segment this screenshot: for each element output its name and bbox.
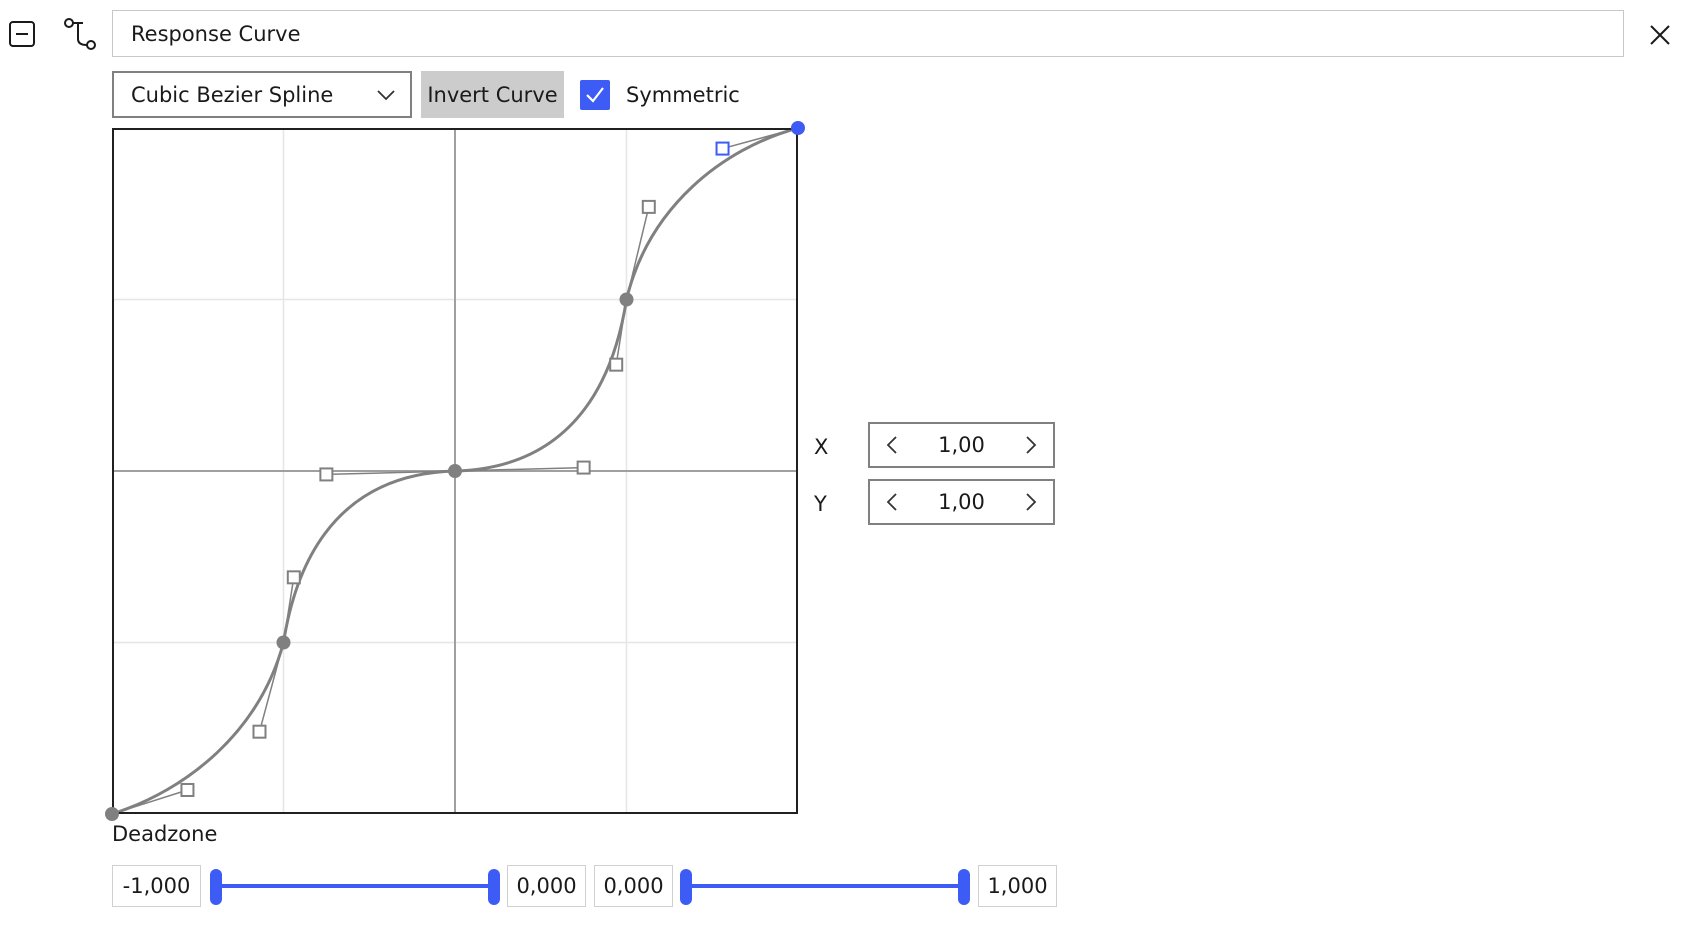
- y-coordinate-label: Y: [814, 492, 827, 516]
- control-handle-selected[interactable]: [715, 141, 730, 156]
- deadzone-high-slider[interactable]: [680, 865, 970, 907]
- collapse-button[interactable]: [6, 18, 38, 50]
- control-handle[interactable]: [319, 467, 334, 482]
- checkmark-icon: [586, 87, 604, 103]
- curve-point[interactable]: [619, 292, 634, 307]
- curve-type-dropdown[interactable]: Cubic Bezier Spline: [112, 71, 412, 118]
- slider-thumb-max[interactable]: [958, 869, 970, 905]
- close-icon: [1650, 25, 1670, 45]
- invert-curve-label: Invert Curve: [427, 82, 558, 107]
- chevron-left-icon: [886, 493, 897, 511]
- y-coordinate-value[interactable]: 1,00: [906, 490, 1017, 514]
- close-button[interactable]: [1645, 20, 1675, 50]
- x-coordinate-label: X: [814, 435, 829, 459]
- chevron-right-icon: [1026, 493, 1037, 511]
- x-coordinate-value[interactable]: 1,00: [906, 433, 1017, 457]
- chevron-left-icon: [886, 436, 897, 454]
- x-increment-button[interactable]: [1017, 431, 1045, 459]
- curve-point[interactable]: [448, 464, 462, 478]
- deadzone-low-min-input[interactable]: -1,000: [112, 865, 201, 907]
- curve-tool-button[interactable]: [60, 14, 98, 52]
- chevron-right-icon: [1026, 436, 1037, 454]
- invert-curve-button[interactable]: Invert Curve: [421, 71, 564, 118]
- control-handle[interactable]: [609, 357, 624, 372]
- control-handle[interactable]: [641, 199, 656, 214]
- collapse-icon: [9, 21, 35, 47]
- curve-point-selected[interactable]: [791, 121, 805, 135]
- deadzone-high-max-input[interactable]: 1,000: [978, 865, 1057, 907]
- curve-point[interactable]: [105, 807, 119, 821]
- symmetric-label: Symmetric: [626, 83, 740, 107]
- x-decrement-button[interactable]: [878, 431, 906, 459]
- control-handle[interactable]: [576, 460, 591, 475]
- slider-thumb-min[interactable]: [210, 869, 222, 905]
- y-coordinate-spinner[interactable]: 1,00: [868, 479, 1055, 525]
- x-coordinate-spinner[interactable]: 1,00: [868, 422, 1055, 468]
- slider-thumb-max[interactable]: [488, 869, 500, 905]
- deadzone-high-min-input[interactable]: 0,000: [594, 865, 673, 907]
- curve-name-input[interactable]: [112, 10, 1624, 57]
- symmetric-checkbox[interactable]: Symmetric: [580, 78, 740, 112]
- slider-track: [686, 884, 964, 888]
- slider-thumb-min[interactable]: [680, 869, 692, 905]
- chevron-down-icon: [377, 89, 395, 100]
- response-curve-plot[interactable]: [105, 121, 805, 821]
- control-handle[interactable]: [286, 570, 301, 585]
- control-handle[interactable]: [252, 724, 267, 739]
- curve-point[interactable]: [276, 635, 291, 650]
- checkbox-box: [580, 80, 610, 110]
- slider-track: [216, 884, 494, 888]
- control-handle[interactable]: [180, 782, 195, 797]
- y-increment-button[interactable]: [1017, 488, 1045, 516]
- curve-tool-icon: [64, 18, 96, 50]
- deadzone-label: Deadzone: [112, 822, 218, 846]
- deadzone-low-max-input[interactable]: 0,000: [507, 865, 586, 907]
- curve-type-label: Cubic Bezier Spline: [131, 82, 334, 107]
- y-decrement-button[interactable]: [878, 488, 906, 516]
- deadzone-low-slider[interactable]: [210, 865, 500, 907]
